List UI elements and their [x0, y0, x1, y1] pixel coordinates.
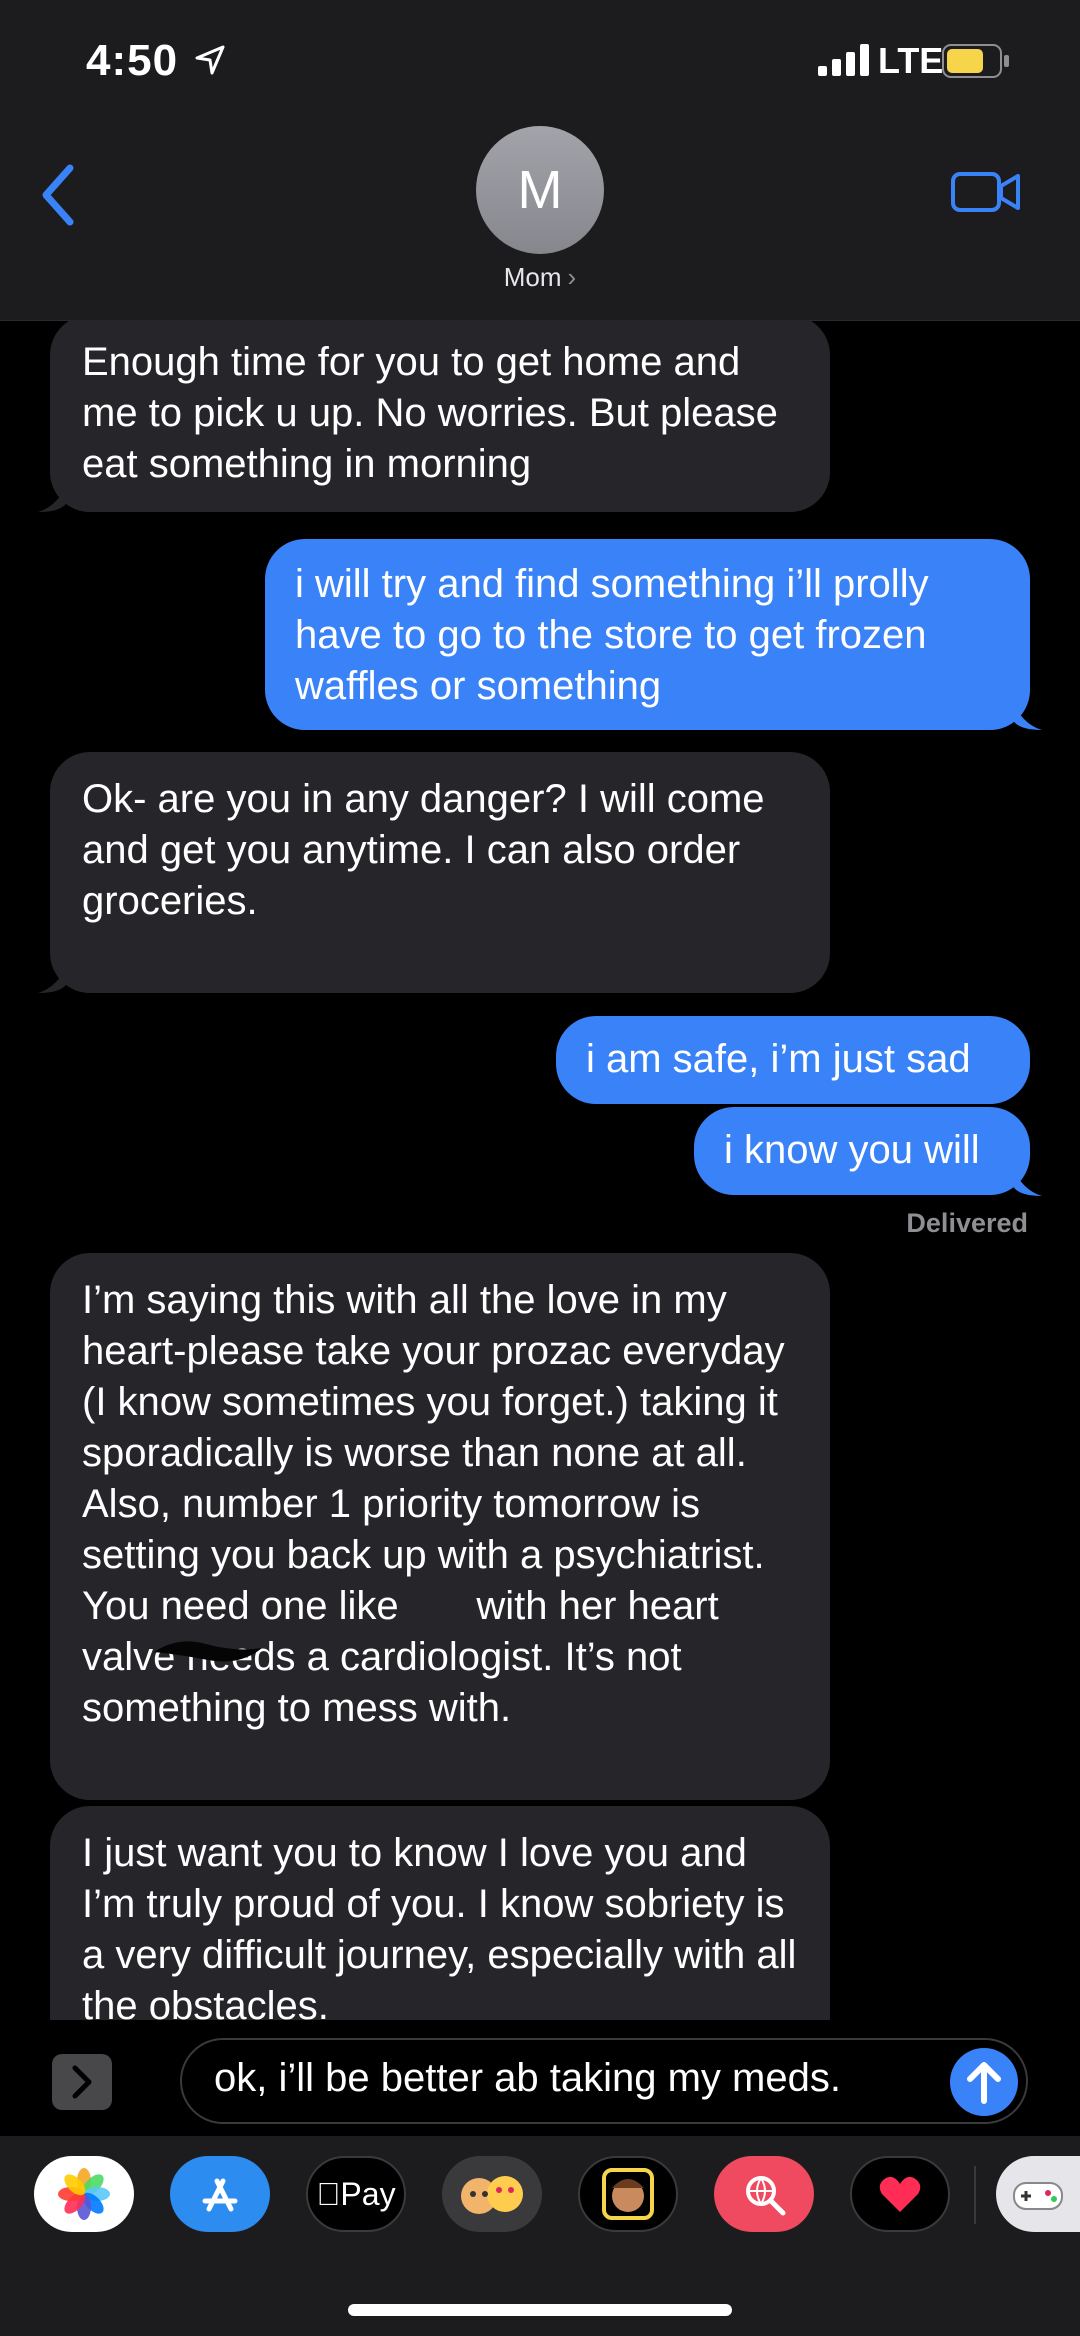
- contact-chevron-icon: ›: [567, 262, 577, 292]
- app-store-icon[interactable]: [170, 2156, 270, 2232]
- emoji-faces-icon: [461, 2176, 523, 2214]
- bubble-tail: [1012, 1166, 1042, 1196]
- status-time: 4:50: [86, 36, 179, 85]
- message-outgoing[interactable]: i am safe, i’m just sad: [556, 1016, 1030, 1104]
- location-arrow-icon: [195, 45, 225, 75]
- contact-name-link[interactable]: Mom ›: [0, 262, 1080, 293]
- delivered-status: Delivered: [906, 1208, 1028, 1238]
- message-incoming[interactable]: I’m saying this with all the love in my …: [50, 1253, 830, 1800]
- signal-icon: [818, 44, 869, 76]
- digital-touch-icon[interactable]: [850, 2156, 950, 2232]
- memoji-face-icon: [602, 2168, 654, 2220]
- message-input-text: ok, i’ll be better ab taking my meds.: [214, 2056, 841, 2100]
- message-incoming[interactable]: Ok- are you in any danger? I will come a…: [50, 752, 830, 993]
- magnifier-globe-icon: [746, 2176, 786, 2216]
- status-bar: 4:50 LTE: [0, 0, 1080, 120]
- search-images-icon[interactable]: [714, 2156, 814, 2232]
- heart-icon: [879, 2176, 921, 2212]
- message-outgoing[interactable]: i know you will: [694, 1107, 1030, 1195]
- photos-icon[interactable]: [34, 2156, 134, 2232]
- message-thread[interactable]: Enough time for you to get home and me t…: [0, 320, 1080, 2020]
- app-store-a-icon: [202, 2178, 238, 2212]
- home-indicator[interactable]: [348, 2304, 732, 2316]
- back-chevron-icon[interactable]: [36, 160, 80, 230]
- arrow-up-icon: [967, 2062, 1001, 2104]
- message-input[interactable]: ok, i’ll be better ab taking my meds.: [180, 2038, 1028, 2124]
- composer-bar: ok, i’ll be better ab taking my meds.: [0, 2022, 1080, 2134]
- battery-icon: [942, 44, 1009, 78]
- chevron-right-icon: [72, 2065, 92, 2099]
- apple-pay-icon[interactable]: Pay: [306, 2156, 406, 2232]
- carrier-label: LTE: [878, 40, 944, 81]
- conversation-header: M Mom ›: [0, 120, 1080, 321]
- app-drawer-toggle[interactable]: [52, 2054, 112, 2110]
- apple-logo-icon: : [316, 2176, 340, 2213]
- imessage-app-drawer: Pay: [0, 2136, 1080, 2336]
- apple-pay-label: Pay: [328, 2175, 395, 2212]
- photos-flower-icon: [58, 2168, 110, 2220]
- send-button[interactable]: [950, 2048, 1018, 2116]
- redaction-scribble: [154, 1641, 262, 1662]
- bubble-tail: [38, 963, 68, 993]
- message-incoming[interactable]: Enough time for you to get home and me t…: [50, 320, 830, 512]
- bubble-tail: [1012, 700, 1042, 730]
- drawer-divider: [974, 2166, 976, 2224]
- game-controller-icon: [1013, 2182, 1063, 2210]
- message-outgoing[interactable]: i will try and find something i’ll proll…: [265, 539, 1030, 730]
- contact-name: Mom: [503, 262, 562, 292]
- bubble-tail: [38, 482, 68, 512]
- memoji-stickers-icon[interactable]: [442, 2156, 542, 2232]
- video-call-icon[interactable]: [950, 166, 1022, 216]
- game-icon[interactable]: [996, 2156, 1080, 2232]
- contact-avatar[interactable]: M: [476, 126, 604, 254]
- memoji-icon[interactable]: [578, 2156, 678, 2232]
- message-incoming[interactable]: I just want you to know I love you and I…: [50, 1806, 830, 2020]
